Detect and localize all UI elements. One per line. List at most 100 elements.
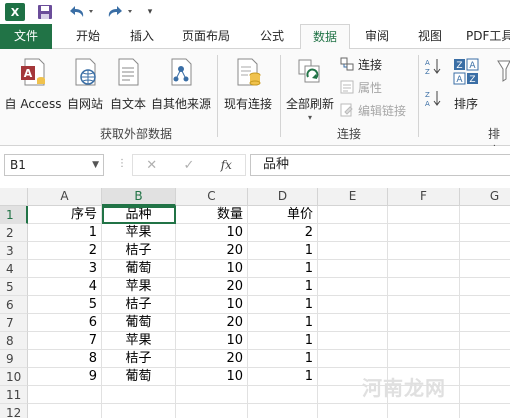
select-all-corner[interactable] bbox=[0, 188, 28, 206]
row-header-6[interactable]: 6 bbox=[0, 296, 28, 314]
cell-f9[interactable] bbox=[388, 350, 460, 368]
row-header-12[interactable]: 12 bbox=[0, 404, 28, 418]
cell-f12[interactable] bbox=[388, 404, 460, 418]
cell-f6[interactable] bbox=[388, 296, 460, 314]
cell-c11[interactable] bbox=[176, 386, 248, 404]
cell-d9[interactable]: 1 bbox=[248, 350, 318, 368]
tab-file[interactable]: 文件 bbox=[0, 24, 52, 49]
cell-d11[interactable] bbox=[248, 386, 318, 404]
connections-button[interactable]: 连接 bbox=[340, 54, 382, 74]
customize-qat-icon[interactable]: ▾ bbox=[143, 3, 157, 21]
row-header-5[interactable]: 5 bbox=[0, 278, 28, 296]
row-header-3[interactable]: 3 bbox=[0, 242, 28, 260]
cell-f1[interactable] bbox=[388, 206, 460, 224]
cell-b4[interactable]: 葡萄 bbox=[102, 260, 176, 278]
column-header-b[interactable]: B bbox=[102, 188, 176, 206]
column-header-d[interactable]: D bbox=[248, 188, 318, 206]
cell-a6[interactable]: 5 bbox=[28, 296, 102, 314]
cell-a3[interactable]: 2 bbox=[28, 242, 102, 260]
cell-f5[interactable] bbox=[388, 278, 460, 296]
cell-d2[interactable]: 2 bbox=[248, 224, 318, 242]
cell-g1[interactable] bbox=[460, 206, 510, 224]
save-icon[interactable] bbox=[36, 3, 54, 21]
cell-g3[interactable] bbox=[460, 242, 510, 260]
cell-a10[interactable]: 9 bbox=[28, 368, 102, 386]
cell-a12[interactable] bbox=[28, 404, 102, 418]
cell-f4[interactable] bbox=[388, 260, 460, 278]
cell-g12[interactable] bbox=[460, 404, 510, 418]
column-header-c[interactable]: C bbox=[176, 188, 248, 206]
cell-e6[interactable] bbox=[318, 296, 388, 314]
cell-g8[interactable] bbox=[460, 332, 510, 350]
cell-b2[interactable]: 苹果 bbox=[102, 224, 176, 242]
cell-c4[interactable]: 10 bbox=[176, 260, 248, 278]
tab-formulas[interactable]: 公式 bbox=[247, 24, 297, 49]
cell-c5[interactable]: 20 bbox=[176, 278, 248, 296]
tab-insert[interactable]: 插入 bbox=[116, 24, 168, 49]
cell-b12[interactable] bbox=[102, 404, 176, 418]
row-header-11[interactable]: 11 bbox=[0, 386, 28, 404]
tab-review[interactable]: 审阅 bbox=[352, 24, 402, 49]
cell-c8[interactable]: 10 bbox=[176, 332, 248, 350]
cell-c2[interactable]: 10 bbox=[176, 224, 248, 242]
name-box-dropdown-icon[interactable]: ▼ bbox=[92, 155, 99, 175]
cell-g5[interactable] bbox=[460, 278, 510, 296]
cell-e1[interactable] bbox=[318, 206, 388, 224]
cell-b5[interactable]: 苹果 bbox=[102, 278, 176, 296]
refresh-dropdown-icon[interactable]: ▾ bbox=[308, 113, 312, 122]
cancel-icon[interactable]: ✕ bbox=[133, 158, 170, 173]
row-header-1[interactable]: 1 bbox=[0, 206, 28, 224]
cell-a11[interactable] bbox=[28, 386, 102, 404]
column-header-g[interactable]: G bbox=[460, 188, 510, 206]
cell-e5[interactable] bbox=[318, 278, 388, 296]
cell-d4[interactable]: 1 bbox=[248, 260, 318, 278]
enter-icon[interactable]: ✓ bbox=[170, 158, 207, 173]
column-header-f[interactable]: F bbox=[388, 188, 460, 206]
cell-a1[interactable]: 序号 bbox=[28, 206, 102, 224]
cell-d5[interactable]: 1 bbox=[248, 278, 318, 296]
cell-d10[interactable]: 1 bbox=[248, 368, 318, 386]
redo-icon[interactable] bbox=[105, 3, 135, 21]
sort-ascending-icon[interactable]: AZ bbox=[424, 57, 442, 76]
cell-a2[interactable]: 1 bbox=[28, 224, 102, 242]
sort-descending-icon[interactable]: ZA bbox=[424, 89, 442, 108]
cell-f2[interactable] bbox=[388, 224, 460, 242]
row-header-4[interactable]: 4 bbox=[0, 260, 28, 278]
cell-e7[interactable] bbox=[318, 314, 388, 332]
cell-b8[interactable]: 苹果 bbox=[102, 332, 176, 350]
cell-d7[interactable]: 1 bbox=[248, 314, 318, 332]
undo-icon[interactable] bbox=[66, 3, 96, 21]
from-web-button[interactable]: 自网站 bbox=[64, 55, 106, 115]
cell-c3[interactable]: 20 bbox=[176, 242, 248, 260]
cell-b6[interactable]: 桔子 bbox=[102, 296, 176, 314]
cell-g7[interactable] bbox=[460, 314, 510, 332]
cell-b7[interactable]: 葡萄 bbox=[102, 314, 176, 332]
row-header-7[interactable]: 7 bbox=[0, 314, 28, 332]
cell-b1[interactable]: 品种 bbox=[102, 206, 176, 224]
row-header-9[interactable]: 9 bbox=[0, 350, 28, 368]
cell-b9[interactable]: 桔子 bbox=[102, 350, 176, 368]
formula-input[interactable]: 品种 bbox=[250, 154, 510, 176]
from-access-button[interactable]: A 自 Access bbox=[4, 55, 62, 115]
cell-g2[interactable] bbox=[460, 224, 510, 242]
tab-view[interactable]: 视图 bbox=[405, 24, 455, 49]
cell-e9[interactable] bbox=[318, 350, 388, 368]
cell-d12[interactable] bbox=[248, 404, 318, 418]
cell-f3[interactable] bbox=[388, 242, 460, 260]
cell-a9[interactable]: 8 bbox=[28, 350, 102, 368]
cell-f8[interactable] bbox=[388, 332, 460, 350]
cell-a8[interactable]: 7 bbox=[28, 332, 102, 350]
cell-e2[interactable] bbox=[318, 224, 388, 242]
cell-d1[interactable]: 单价 bbox=[248, 206, 318, 224]
cell-e3[interactable] bbox=[318, 242, 388, 260]
row-header-8[interactable]: 8 bbox=[0, 332, 28, 350]
cell-d8[interactable]: 1 bbox=[248, 332, 318, 350]
cell-a4[interactable]: 3 bbox=[28, 260, 102, 278]
cell-g10[interactable] bbox=[460, 368, 510, 386]
cell-b10[interactable]: 葡萄 bbox=[102, 368, 176, 386]
tab-home[interactable]: 开始 bbox=[62, 24, 114, 49]
cell-b11[interactable] bbox=[102, 386, 176, 404]
cell-e8[interactable] bbox=[318, 332, 388, 350]
cell-c9[interactable]: 20 bbox=[176, 350, 248, 368]
filter-icon[interactable] bbox=[496, 57, 510, 85]
